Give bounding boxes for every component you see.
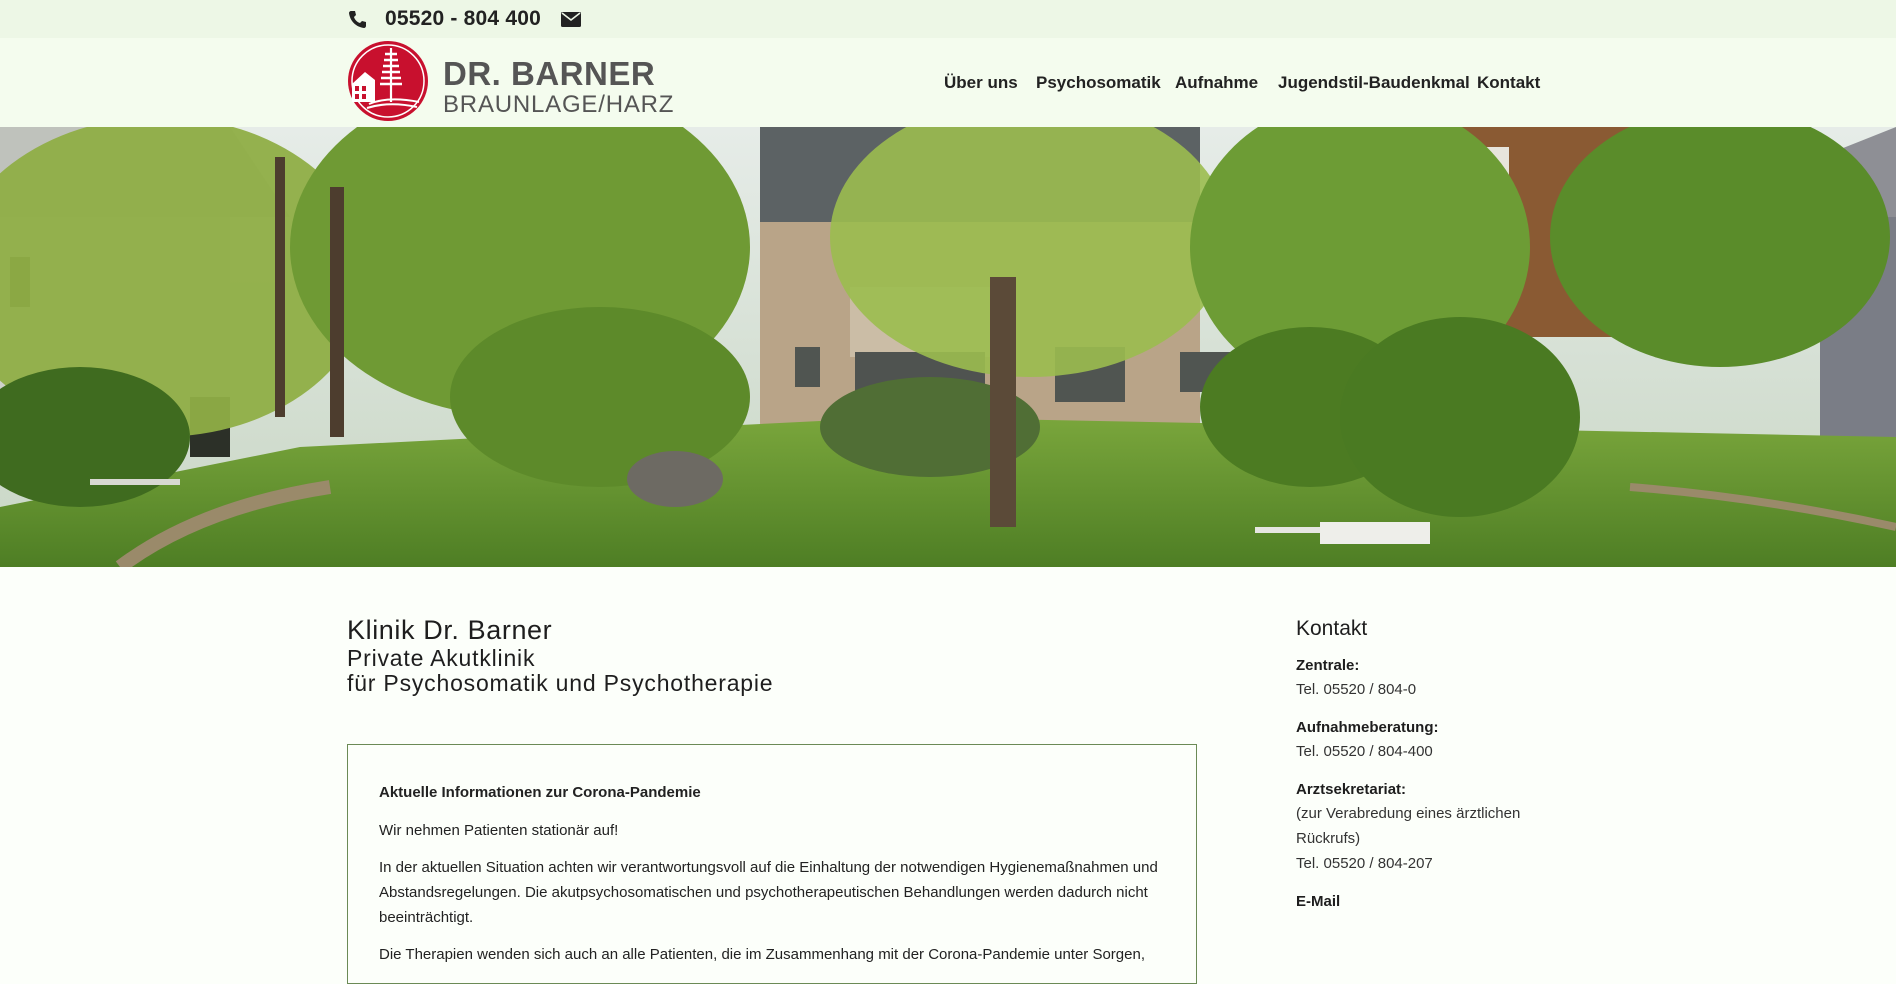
nav-item-kontakt[interactable]: Kontakt xyxy=(1477,73,1540,93)
nav-item-aufnahme[interactable]: Aufnahme xyxy=(1175,73,1258,93)
mail-icon[interactable] xyxy=(560,11,581,27)
page-subtitle: Private Akutklinik xyxy=(347,645,536,671)
sidebar-heading: Kontakt xyxy=(1296,617,1368,640)
nav-item-jugendstil-baudenkmal[interactable]: Jugendstil-Baudenkmal xyxy=(1278,73,1470,93)
aufnahme-label: Aufnahmeberatung: xyxy=(1296,719,1439,736)
aufnahme-phone[interactable]: Tel. 05520 / 804-400 xyxy=(1296,739,1536,764)
email-link[interactable]: E-Mail xyxy=(1296,893,1340,910)
nav-item-psychosomatik[interactable]: Psychosomatik xyxy=(1036,73,1161,93)
zentrale-phone[interactable]: Tel. 05520 / 804-0 xyxy=(1296,677,1536,702)
phone-icon[interactable] xyxy=(347,9,367,29)
arzt-phone[interactable]: Tel. 05520 / 804-207 xyxy=(1296,851,1536,876)
nav-item-ueber-uns[interactable]: Über uns xyxy=(944,73,1018,93)
clinic-logo[interactable] xyxy=(347,40,429,122)
notice-paragraph: Die Therapien wenden sich auch an alle P… xyxy=(379,946,1145,963)
zentrale-label: Zentrale: xyxy=(1296,657,1360,674)
phone-number-link[interactable]: 05520 - 804 400 xyxy=(385,7,541,31)
brand-name[interactable]: DR. BARNER xyxy=(443,55,655,93)
brand-location[interactable]: BRAUNLAGE/HARZ xyxy=(443,91,674,119)
page-subtitle-2: für Psychosomatik und Psychotherapie xyxy=(347,670,774,696)
hero-image xyxy=(0,127,1896,567)
notice-paragraph: Wir nehmen Patienten stationär auf! xyxy=(379,822,619,839)
notice-heading: Aktuelle Informationen zur Corona-Pandem… xyxy=(379,784,701,801)
top-bar: 05520 - 804 400 xyxy=(0,0,1896,38)
arzt-label: Arztsekretariat: xyxy=(1296,781,1407,798)
corona-notice-box: Aktuelle Informationen zur Corona-Pandem… xyxy=(347,744,1197,984)
arzt-note: (zur Verabredung eines ärztlichen Rückru… xyxy=(1296,805,1521,847)
page-title: Klinik Dr. Barner xyxy=(347,615,553,645)
notice-paragraph: In der aktuellen Situation achten wir ve… xyxy=(379,859,1158,926)
